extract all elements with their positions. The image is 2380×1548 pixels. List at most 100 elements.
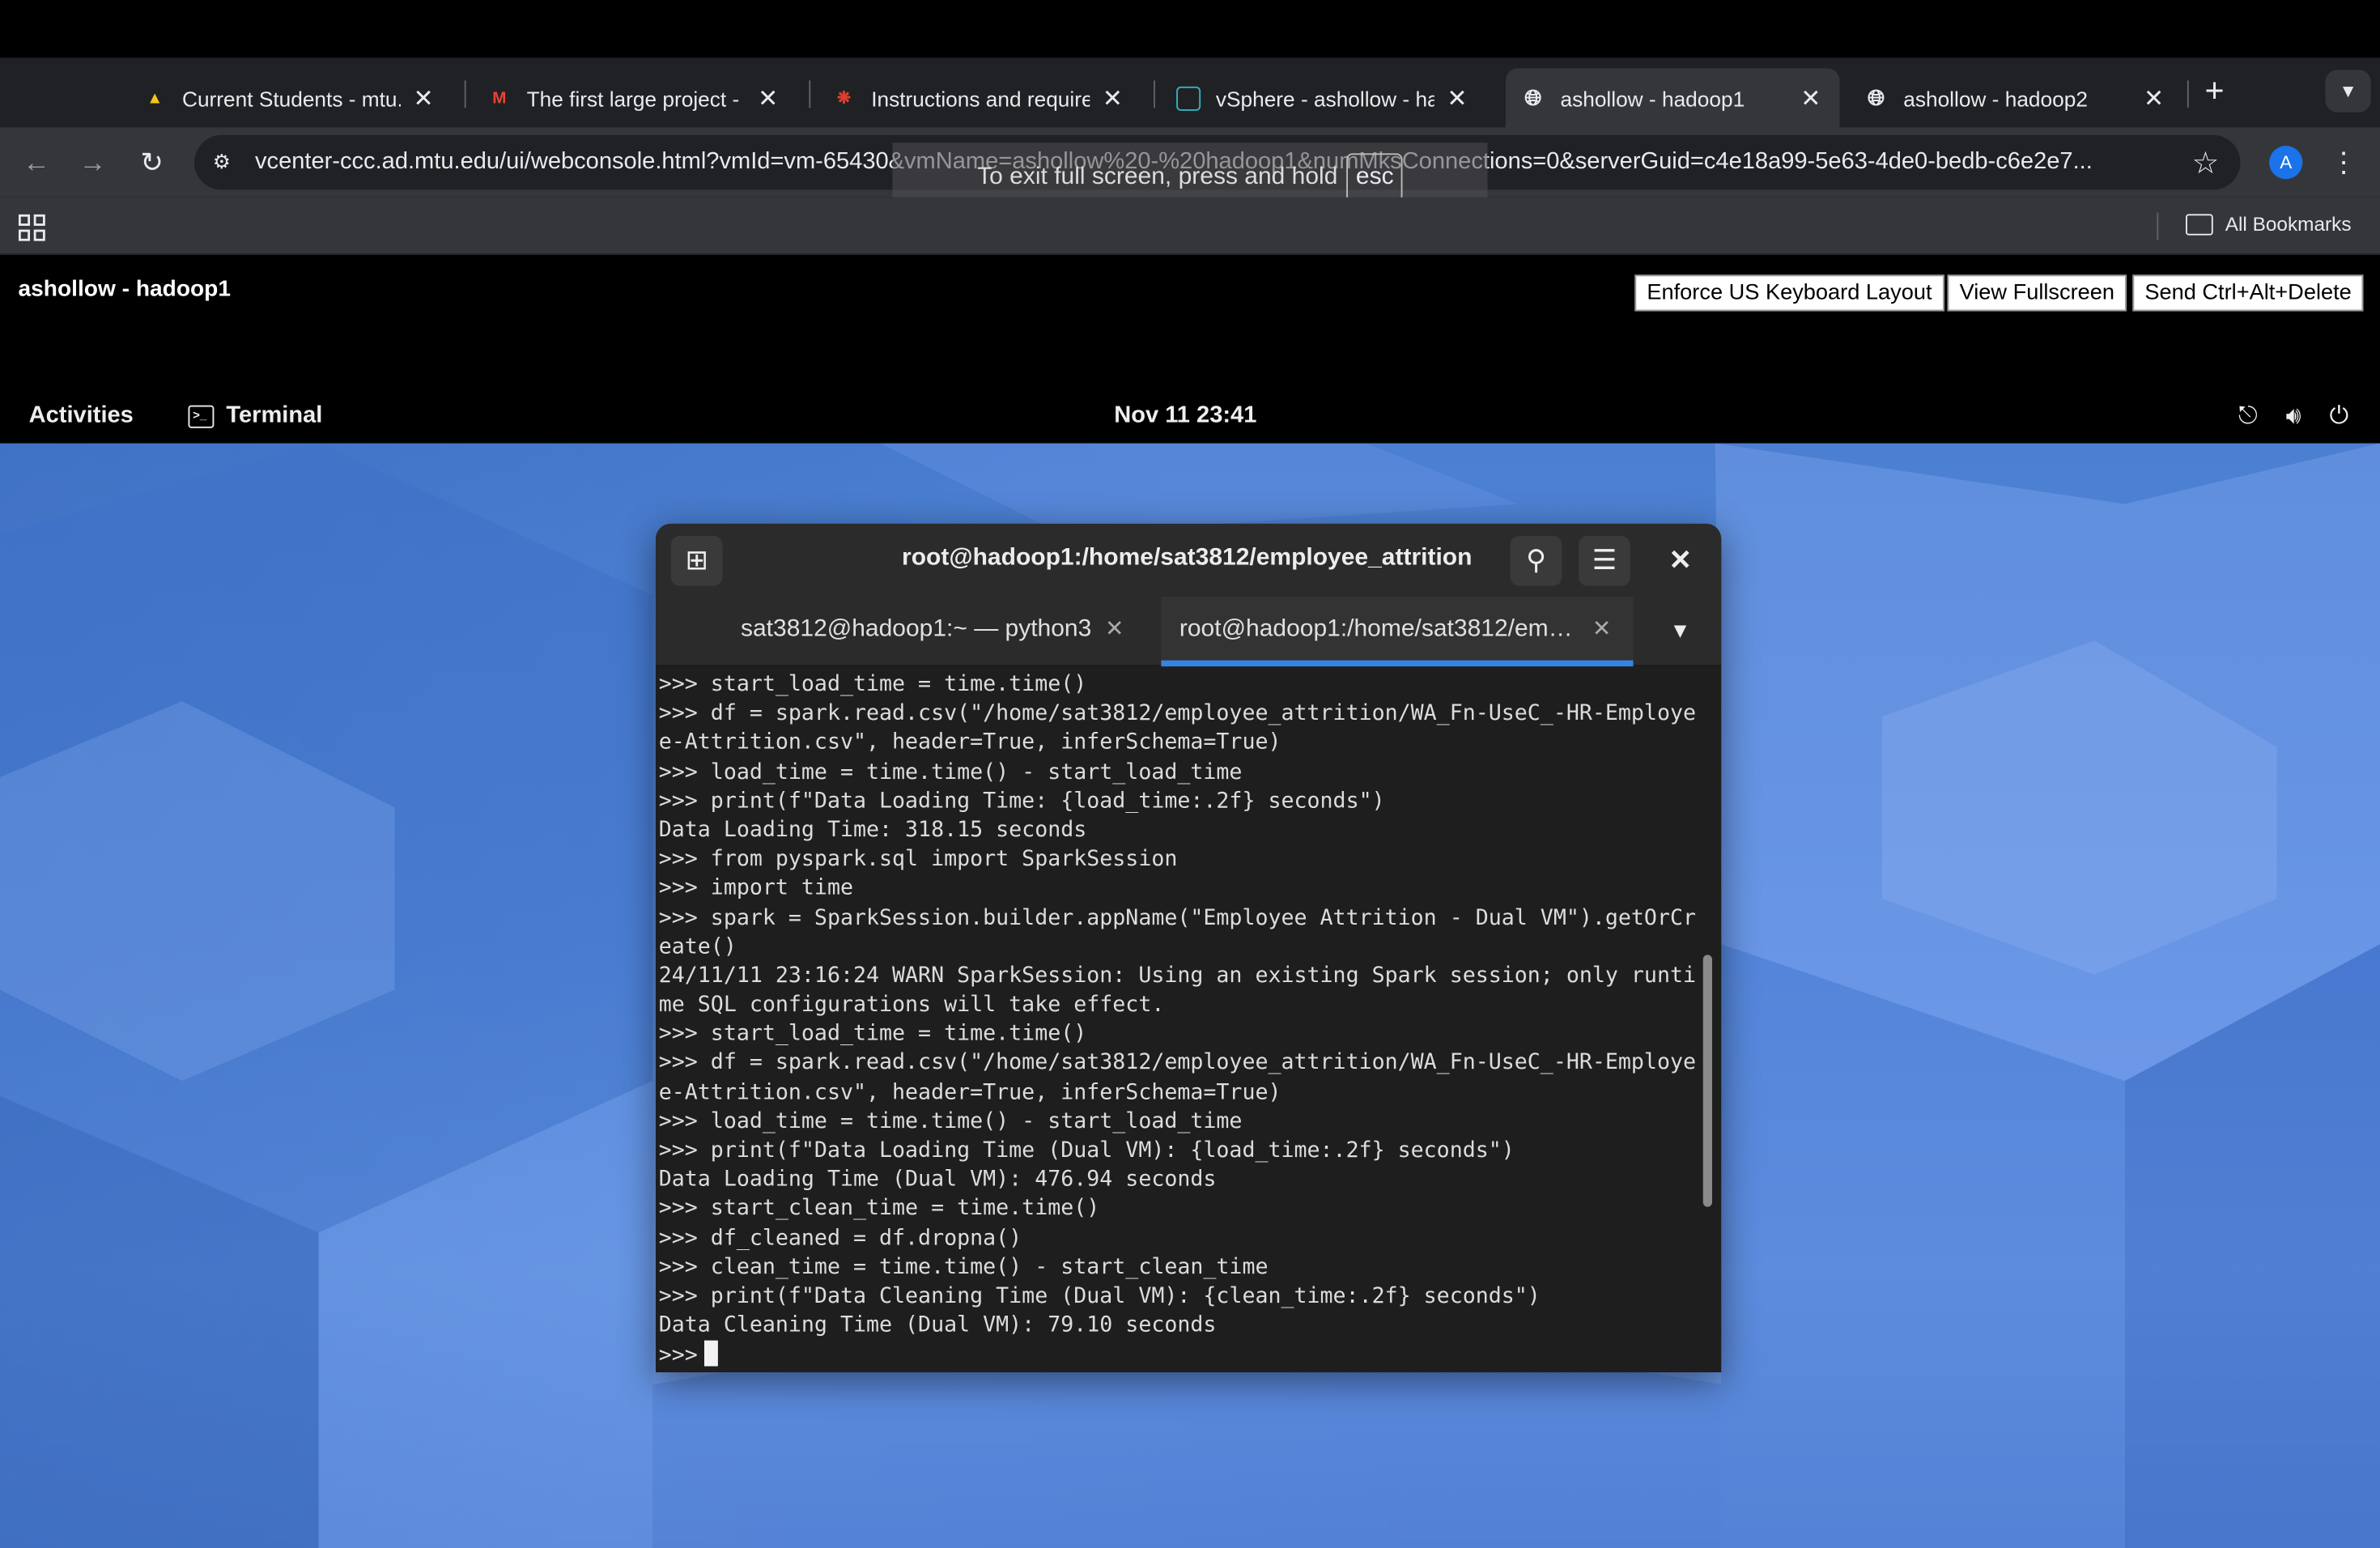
tab-title: ashollow - hadoop1 [1560,85,1745,110]
vsphere-favicon-icon [1176,85,1201,110]
terminal-line: >>> load_time = time.time() - start_load… [658,1109,1243,1134]
globe-favicon-icon: 🌐︎ [1524,85,1542,109]
tab-separator [464,80,466,108]
site-settings-icon[interactable]: ⚙ [206,147,237,178]
terminal-line: >>> print(f"Data Cleaning Time (Dual VM)… [658,1284,1541,1309]
close-tab-icon[interactable]: ✕ [1099,83,1127,113]
tab-search-chevron-icon[interactable]: ▼ [2325,70,2371,113]
console-header: ashollow - hadoop1 Enforce US Keyboard L… [0,255,2380,389]
close-tab-icon[interactable]: ✕ [1105,597,1124,664]
enforce-keyboard-button[interactable]: Enforce US Keyboard Layout [1634,274,1944,312]
browser-tab-gmail[interactable]: M The first large project - a ✕ [472,68,797,127]
tab-separator [809,80,811,108]
app-menu-label: Terminal [226,402,323,428]
tab-title: vSphere - ashollow - had [1215,85,1434,110]
browser-tab-hadoop1[interactable]: 🌐︎ ashollow - hadoop1 ✕ [1506,68,1840,128]
close-tab-icon[interactable]: ✕ [754,83,782,113]
close-tab-icon[interactable]: ✕ [1443,83,1471,113]
all-bookmarks-button[interactable]: All Bookmarks [2186,213,2352,236]
fullscreen-notice-text: To exit full screen, press and hold [977,164,1338,190]
screen: ▲ Current Students - mtu.e ✕ M The first… [0,0,2380,1548]
send-ctrl-alt-delete-button[interactable]: Send Ctrl+Alt+Delete [2132,274,2364,312]
profile-avatar[interactable]: A [2269,146,2303,180]
browser-tab-vsphere[interactable]: vSphere - ashollow - had ✕ [1161,68,1485,127]
canvas-favicon-icon: ❋ [836,89,852,108]
new-tab-button[interactable]: + [2196,74,2233,111]
terminal-line: e-Attrition.csv", header=True, inferSche… [658,730,1281,755]
terminal-tab-label: root@hadoop1:/home/sat3812/em… [1179,616,1573,643]
close-icon[interactable]: ✕ [1664,545,1697,578]
vm-title: ashollow - hadoop1 [18,276,232,303]
terminal-line: Data Loading Time (Dual VM): 476.94 seco… [658,1167,1217,1193]
activities-button[interactable]: Activities [29,402,134,430]
folder-icon [2186,213,2213,235]
top-strip [0,0,2380,58]
terminal-line: me SQL configurations will take effect. [658,993,1165,1018]
terminal-tab-python3[interactable]: sat3812@hadoop1:~ — python3 ✕ [674,597,1160,666]
terminal-line: >>> df = spark.read.csv("/home/sat3812/e… [658,1051,1696,1076]
terminal-line: >>> from pyspark.sql import SparkSession [658,847,1178,872]
tab-separator [1154,80,1155,108]
reload-icon[interactable]: ↻ [135,146,168,179]
terminal-line: >>> df = spark.read.csv("/home/sat3812/e… [658,701,1696,726]
tab-title: The first large project - a [526,85,746,110]
search-icon[interactable]: ⚲ [1510,535,1562,586]
bookmarks-divider [2157,212,2159,240]
browser-tab-hadoop2[interactable]: 🌐︎ ashollow - hadoop2 ✕ [1849,68,2183,127]
gnome-top-bar: Activities >_ Terminal Nov 11 23:41 ⎋ 🔊︎… [0,389,2380,444]
tab-title: Instructions and requirem [871,85,1090,110]
terminal-line: >>> print(f"Data Loading Time: {load_tim… [658,789,1385,814]
apps-grid-icon[interactable] [18,214,46,241]
terminal-output[interactable]: >>> start_load_time = time.time() >>> df … [656,666,1703,1372]
terminal-tab-root[interactable]: root@hadoop1:/home/sat3812/em… ✕ [1161,596,1634,667]
terminal-tab-label: sat3812@hadoop1:~ — python3 [741,616,1092,643]
terminal-line: >>> clean_time = time.time() - start_cle… [658,1255,1269,1280]
mtu-favicon-icon: ▲ [147,88,164,108]
terminal-headerbar: ⊞ root@hadoop1:/home/sat3812/employee_at… [656,523,1722,597]
terminal-window: ⊞ root@hadoop1:/home/sat3812/employee_at… [656,523,1722,1372]
terminal-line: 24/11/11 23:16:24 WARN SparkSession: Usi… [658,963,1696,989]
bookmark-star-icon[interactable]: ☆ [2192,144,2220,182]
network-wired-icon[interactable]: ⎋ [2233,402,2263,433]
terminal-line: >>> print(f"Data Loading Time (Dual VM):… [658,1138,1515,1163]
close-tab-icon[interactable]: ✕ [2140,83,2168,113]
tab-list-chevron-icon[interactable]: ▼ [1670,618,1691,642]
gmail-favicon-icon: M [492,88,507,108]
new-tab-icon[interactable]: ⊞ [670,535,723,586]
browser-tab-bar: ▲ Current Students - mtu.e ✕ M The first… [0,57,2380,128]
browser-tab-instructions[interactable]: ❋ Instructions and requirem ✕ [817,68,1141,127]
terminal-line: >>> start_load_time = time.time() [658,672,1087,697]
terminal-prompt-line: >>> [659,1341,1700,1370]
terminal-line: >>> start_load_time = time.time() [658,1022,1087,1047]
close-tab-icon[interactable]: ✕ [410,83,437,113]
terminal-line: >>> df_cleaned = df.dropna() [658,1226,1022,1251]
tab-separator [2187,80,2189,108]
hamburger-menu-icon[interactable]: ☰ [1579,535,1630,586]
terminal-prompt: >>> [658,1343,698,1368]
close-tab-icon[interactable]: ✕ [1592,597,1612,664]
tab-title: ashollow - hadoop2 [1903,85,2088,110]
globe-favicon-icon: 🌐︎ [1867,85,1885,109]
clock[interactable]: Nov 11 23:41 [1114,402,1256,430]
terminal-icon: >_ [188,404,215,427]
all-bookmarks-label: All Bookmarks [2225,212,2352,236]
browser-menu-icon[interactable]: ⋮ [2328,142,2359,182]
browser-tab-current-students[interactable]: ▲ Current Students - mtu.e ✕ [128,68,453,127]
view-fullscreen-button[interactable]: View Fullscreen [1947,274,2127,312]
terminal-line: >>> spark = SparkSession.builder.appName… [658,905,1696,930]
terminal-scrollbar-thumb[interactable] [1702,955,1712,1208]
close-tab-icon[interactable]: ✕ [1797,83,1825,113]
terminal-line: >>> import time [658,876,853,901]
terminal-line: eate() [658,934,737,959]
terminal-line: e-Attrition.csv", header=True, inferSche… [658,1080,1281,1105]
forward-arrow-icon[interactable]: → [76,146,109,179]
power-icon[interactable]: ⏻ [2324,402,2355,433]
back-arrow-icon[interactable]: ← [19,146,53,179]
app-menu-terminal[interactable]: >_ Terminal [188,402,323,430]
esc-key-badge: esc [1346,153,1403,202]
terminal-line: Data Loading Time: 318.15 seconds [658,818,1087,843]
terminal-line: >>> start_clean_time = time.time() [658,1197,1100,1222]
volume-icon[interactable]: 🔊︎ [2278,402,2309,433]
terminal-tab-bar: sat3812@hadoop1:~ — python3 ✕ root@hadoo… [656,596,1722,667]
text-cursor [703,1341,718,1367]
